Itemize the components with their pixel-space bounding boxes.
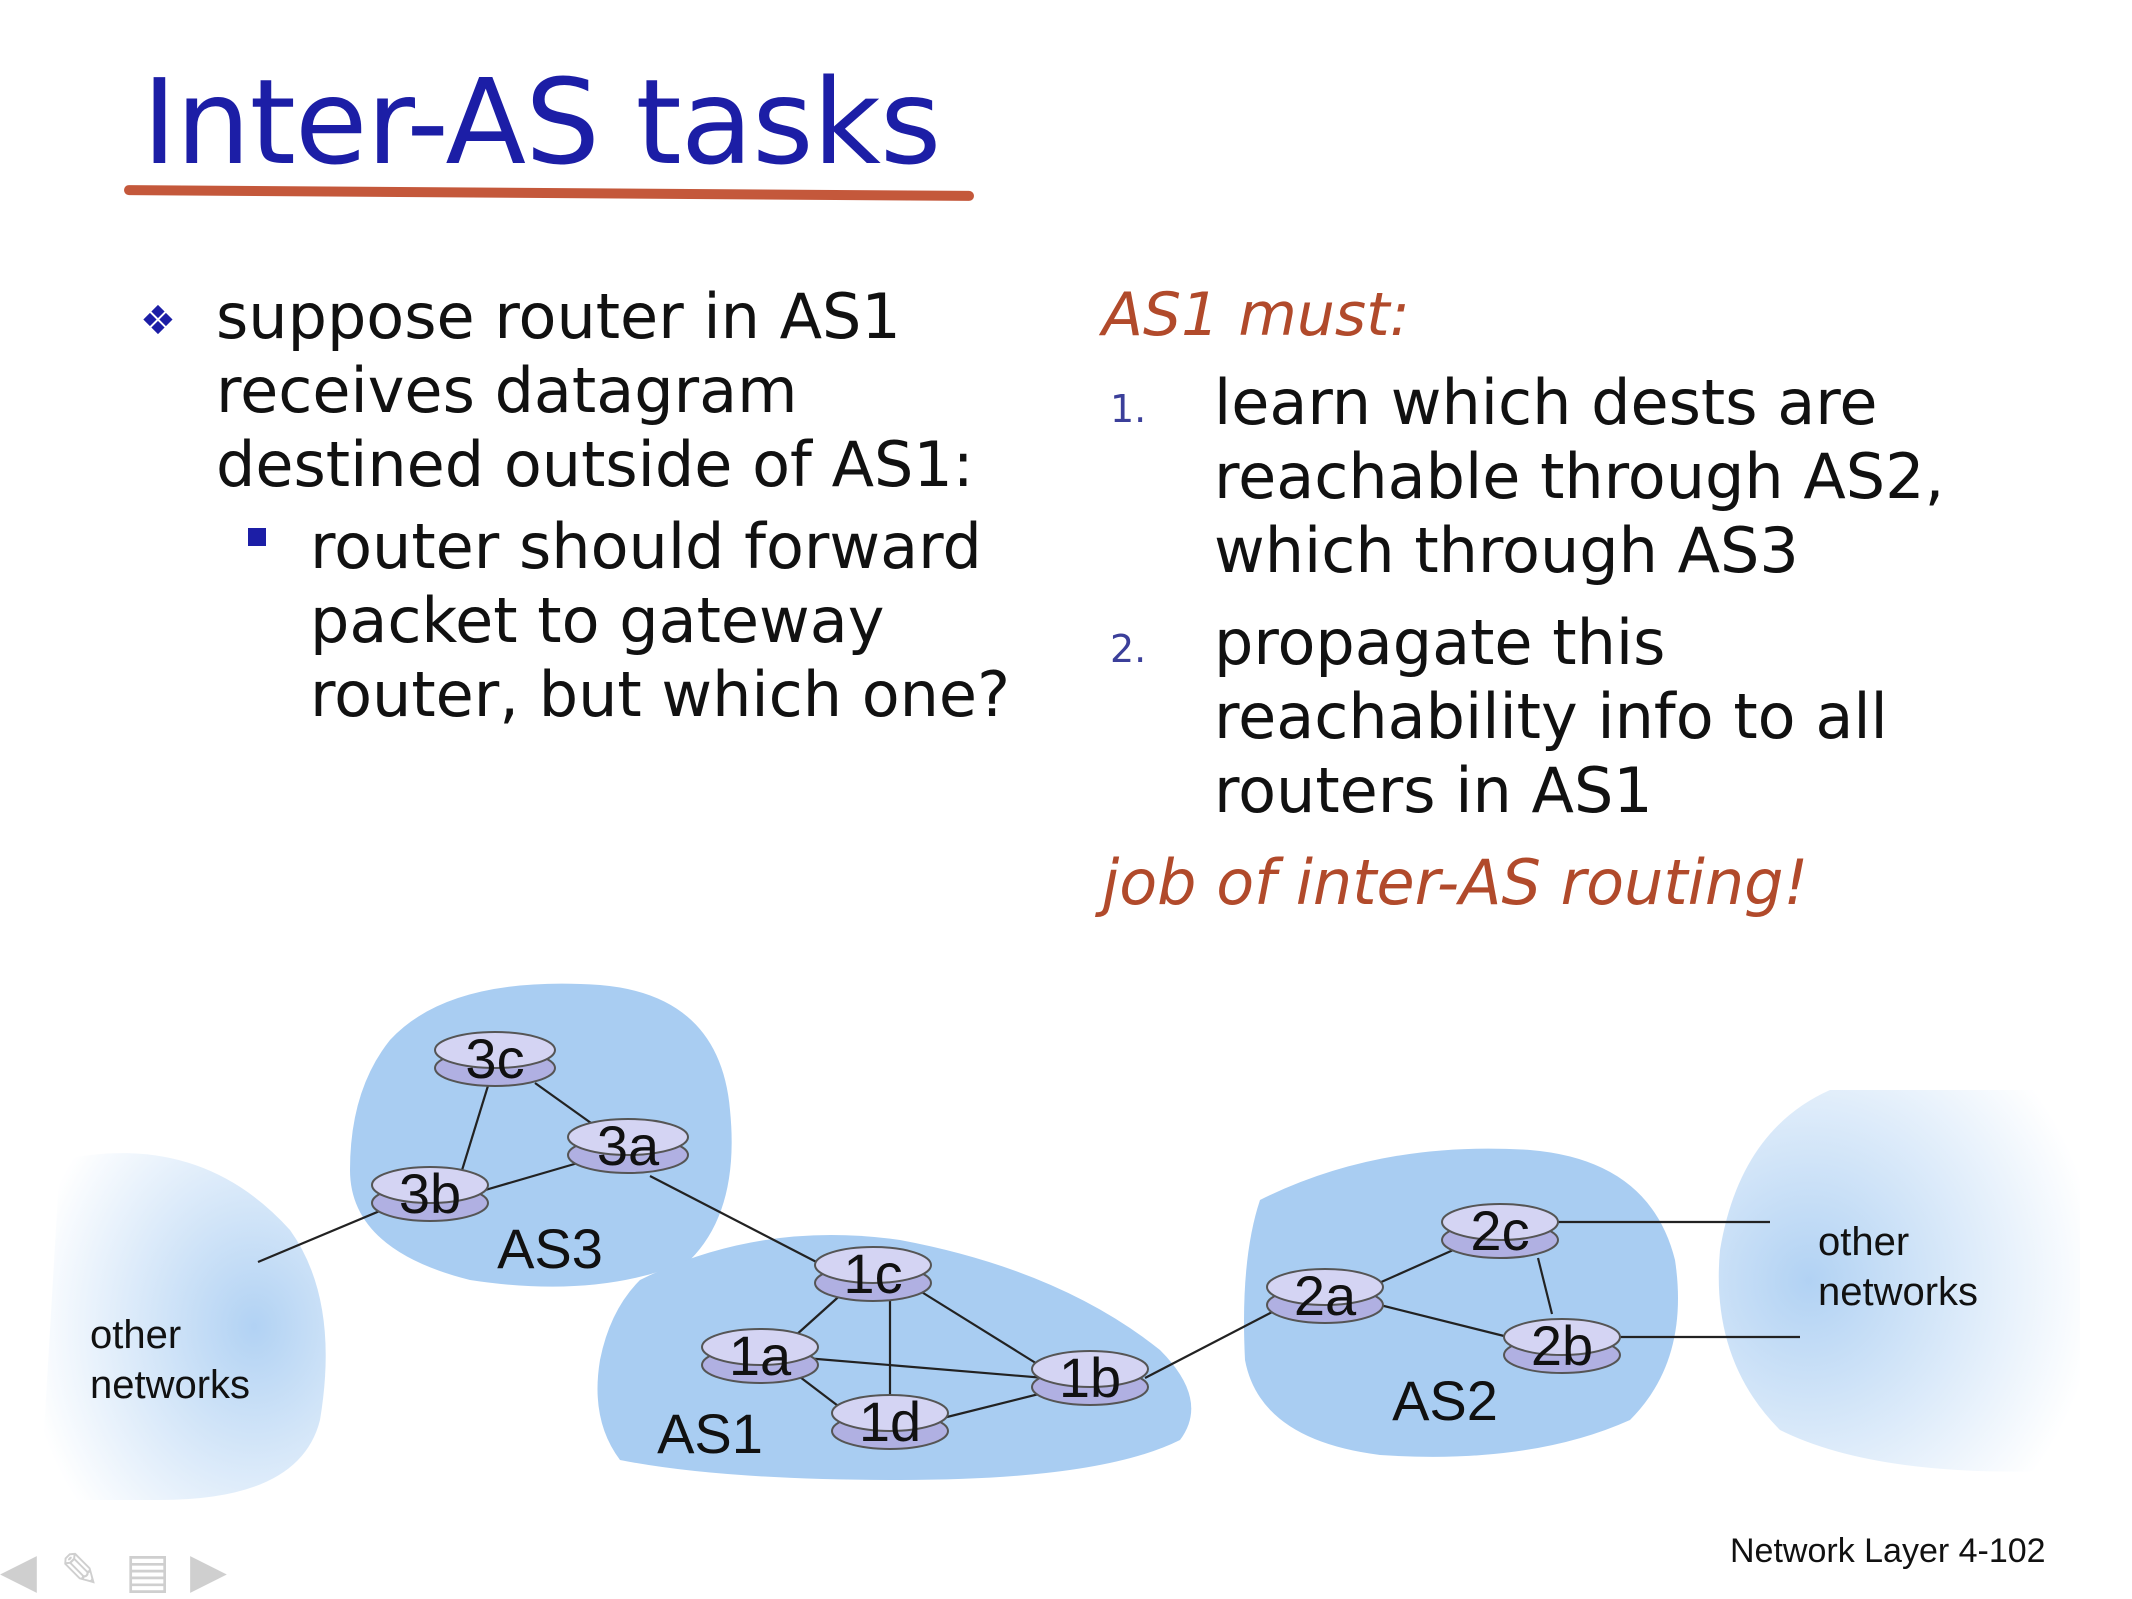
router-1a-label: 1a: [729, 1324, 792, 1387]
menu-icon[interactable]: ▤: [125, 1547, 170, 1595]
router-3b-label: 3b: [399, 1162, 461, 1225]
router-2c[interactable]: 2c: [1441, 1199, 1559, 1262]
slide-footer: Network Layer 4-102: [1730, 1532, 2046, 1570]
router-2c-label: 2c: [1470, 1199, 1529, 1262]
router-2b[interactable]: 2b: [1503, 1314, 1621, 1377]
router-1c[interactable]: 1c: [814, 1242, 932, 1305]
as1-label: AS1: [657, 1402, 763, 1465]
router-1b-label: 1b: [1059, 1346, 1121, 1409]
router-3a[interactable]: 3a: [567, 1114, 689, 1177]
router-3c[interactable]: 3c: [434, 1027, 556, 1090]
prev-arrow-icon[interactable]: ◀: [0, 1547, 37, 1595]
router-2a[interactable]: 2a: [1266, 1264, 1384, 1327]
other-networks-left-cloud: [40, 1153, 326, 1500]
network-diagram: 3c 3a 3b 1c 1a 1d 1b 2a 2c 2b AS3 AS1 AS…: [40, 983, 2080, 1500]
router-3c-label: 3c: [465, 1027, 524, 1090]
other-networks-left-line: other: [90, 1313, 181, 1357]
router-1b[interactable]: 1b: [1031, 1346, 1149, 1409]
router-3b[interactable]: 3b: [371, 1162, 489, 1225]
router-1d-label: 1d: [859, 1390, 921, 1453]
as3-label: AS3: [497, 1217, 603, 1280]
slide-nav-bar: ◀ ✎ ▤ ▶: [0, 1547, 250, 1595]
router-3a-label: 3a: [597, 1114, 660, 1177]
pen-icon[interactable]: ✎: [60, 1547, 100, 1595]
other-networks-right-line: networks: [1818, 1270, 1978, 1314]
router-1a[interactable]: 1a: [701, 1324, 819, 1387]
next-arrow-icon[interactable]: ▶: [190, 1547, 227, 1595]
other-networks-left-line: networks: [90, 1363, 250, 1407]
router-1d[interactable]: 1d: [831, 1390, 949, 1453]
router-1c-label: 1c: [843, 1242, 902, 1305]
router-2a-label: 2a: [1294, 1264, 1357, 1327]
as2-label: AS2: [1392, 1369, 1498, 1432]
router-2b-label: 2b: [1531, 1314, 1593, 1377]
other-networks-right-line: other: [1818, 1220, 1909, 1264]
